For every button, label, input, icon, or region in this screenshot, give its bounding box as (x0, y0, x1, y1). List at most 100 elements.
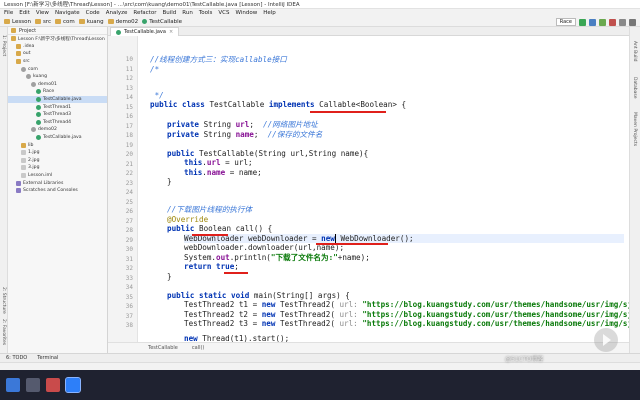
folder-icon (34, 19, 41, 24)
code-line-21: this.url = url; (184, 158, 253, 167)
run-icon[interactable] (579, 18, 586, 26)
todo-tool-button[interactable]: 6: TODO (6, 355, 27, 361)
menu-build[interactable]: Build (162, 10, 176, 16)
line-number: 12 (125, 75, 133, 82)
code-editor[interactable]: //线程创建方式三：实现callable接口 /* */ public clas… (138, 36, 629, 342)
tree-item[interactable]: 3.jpg (8, 164, 107, 172)
video-play-icon[interactable] (594, 328, 618, 352)
folder-icon (107, 19, 114, 24)
project-panel: Project Lesson F:\新学习\多线程\Thread\Lesson.… (8, 27, 108, 353)
run-config-select[interactable]: Race (555, 18, 576, 26)
tree-item[interactable]: out (8, 50, 107, 58)
menu-edit[interactable]: Edit (19, 10, 30, 16)
tree-item[interactable]: TestThread1 (8, 103, 107, 111)
close-icon[interactable]: × (169, 29, 173, 35)
folder-icon (16, 43, 21, 49)
terminal-tool-button[interactable]: Terminal (37, 355, 58, 361)
code-line-12: /* (150, 64, 160, 74)
menu-refactor[interactable]: Refactor (133, 10, 156, 16)
editor-tab-testcallable[interactable]: TestCallable.java × (110, 27, 180, 36)
menu-code[interactable]: Code (86, 10, 100, 16)
menu-window[interactable]: Window (236, 10, 258, 16)
stop-icon[interactable] (609, 18, 616, 26)
breadcrumb-class[interactable]: TestCallable (148, 345, 178, 351)
right-tool-strip: Ant Build Database Maven Projects (629, 27, 640, 353)
code-line-26: //下载图片线程的执行体 (167, 205, 253, 214)
app-icon[interactable] (46, 378, 60, 392)
coverage-icon[interactable] (599, 18, 606, 26)
tree-item-label: Lesson F:\新学习\多线程\Thread\Lesson (18, 36, 105, 42)
tree-item[interactable]: TestCallable.java (8, 95, 107, 104)
run-toolbar: Race (555, 18, 636, 26)
intellij-idea-icon[interactable] (65, 377, 81, 393)
tool-window-ant[interactable]: Ant Build (632, 41, 637, 61)
tree-item[interactable]: External Libraries (8, 179, 107, 187)
project-structure-icon[interactable] (619, 18, 626, 26)
code-line-11: //线程创建方式三：实现callable接口 (150, 55, 287, 64)
line-number: 24 (125, 189, 133, 196)
menu-help[interactable]: Help (263, 10, 276, 16)
class-icon (36, 104, 41, 110)
nav-crumb-file[interactable]: TestCallable (142, 19, 182, 25)
tree-item[interactable]: 2.jpg (8, 157, 107, 165)
nav-crumb-src[interactable]: src (34, 19, 51, 25)
bottom-tool-bar: 6: TODO Terminal (0, 353, 640, 362)
nav-crumb-kuang[interactable]: kuang (78, 19, 104, 25)
breadcrumb-method[interactable]: call() (192, 345, 205, 351)
tool-window-maven[interactable]: Maven Projects (632, 112, 637, 146)
menu-analyze[interactable]: Analyze (106, 10, 128, 16)
pkg-icon (31, 127, 36, 133)
status-bar (0, 362, 640, 370)
tree-item[interactable]: Race (8, 88, 107, 96)
search-icon[interactable] (629, 18, 636, 26)
tree-item-label: out (23, 51, 31, 57)
tree-item[interactable]: demo02 (8, 126, 107, 134)
tree-item[interactable]: Scratches and Consoles (8, 187, 107, 195)
code-line-31: System.out.println("下载了文件名为:"+name); (184, 252, 370, 262)
nav-crumb-project[interactable]: Lesson (4, 19, 31, 25)
tree-item[interactable]: TestCallable.java (8, 134, 107, 142)
menu-run[interactable]: Run (182, 10, 193, 16)
tree-item[interactable]: demo01 (8, 81, 107, 89)
tree-item[interactable]: com (8, 65, 107, 73)
menu-file[interactable]: File (4, 10, 13, 16)
tree-item-label: lib (28, 142, 34, 148)
tree-item[interactable]: Lesson F:\新学习\多线程\Thread\Lesson (8, 35, 107, 43)
tree-item[interactable]: lib (8, 141, 107, 149)
tree-item[interactable]: TestThread4 (8, 119, 107, 127)
tool-window-favorites[interactable]: 2: Favorites (1, 319, 6, 345)
debug-icon[interactable] (589, 18, 596, 26)
tree-item[interactable]: 1.jpg (8, 149, 107, 157)
task-view-icon[interactable] (26, 378, 40, 392)
tree-item[interactable]: Lesson.iml (8, 172, 107, 180)
code-line-35: public static void main(String[] args) { (167, 290, 350, 300)
line-number: 18 (125, 132, 133, 139)
code-line-15: public class TestCallable implements Cal… (150, 100, 407, 109)
nav-crumb-com[interactable]: com (54, 19, 75, 25)
menu-vcs[interactable]: VCS (218, 10, 229, 16)
pkg-icon (31, 81, 36, 87)
nav-crumb-demo02[interactable]: demo02 (107, 19, 138, 25)
tree-item-label: 2.jpg (28, 157, 40, 163)
menu-bar: File Edit View Navigate Code Analyze Ref… (0, 9, 640, 17)
code-line-20: public TestCallable(String url,String na… (167, 148, 369, 158)
tree-item[interactable]: TestThread3 (8, 111, 107, 119)
code-line-36: TestThread2 t1 = new TestThread2( url: "… (184, 300, 629, 309)
tree-item[interactable]: .idea (8, 43, 107, 51)
line-number: 22 (125, 170, 133, 177)
tree-item[interactable]: src (8, 58, 107, 66)
tool-window-database[interactable]: Database (632, 77, 637, 98)
menu-tools[interactable]: Tools (199, 10, 213, 16)
line-number: 37 (125, 312, 133, 320)
tool-window-project[interactable]: 1: Project (1, 35, 6, 56)
tool-window-structure[interactable]: 2: Structure (1, 287, 6, 314)
line-number: 28 (125, 227, 133, 234)
menu-view[interactable]: View (36, 10, 49, 16)
pkg-icon (21, 66, 26, 72)
windows-start-icon[interactable] (6, 378, 20, 392)
line-number: 14 (125, 94, 133, 101)
tree-item-label: com (28, 66, 38, 72)
tree-item[interactable]: kuang (8, 73, 107, 81)
line-number: 11 (125, 65, 133, 73)
menu-navigate[interactable]: Navigate (55, 10, 80, 16)
